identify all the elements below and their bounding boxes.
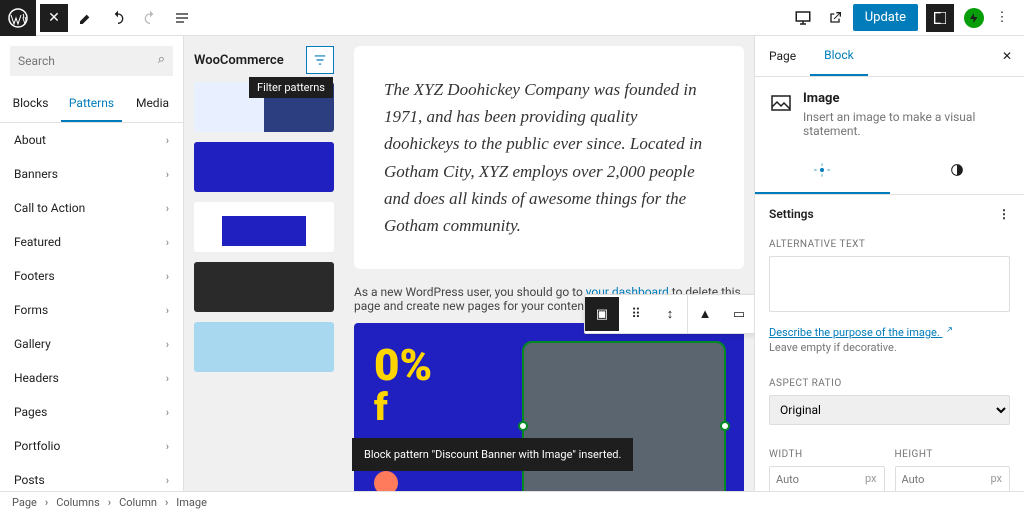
settings-heading: Settings <box>769 207 814 221</box>
filter-tooltip: Filter patterns <box>249 77 333 98</box>
move-icon[interactable]: ↕ <box>653 297 687 331</box>
wordpress-logo[interactable] <box>0 0 36 36</box>
aspect-ratio-label: ASPECT RATIO <box>769 378 1010 389</box>
more-options-icon[interactable]: ⋮ <box>988 4 1016 32</box>
category-item[interactable]: Headers› <box>0 361 183 395</box>
alt-text-input[interactable] <box>769 256 1010 312</box>
pattern-thumbnail[interactable] <box>194 322 334 372</box>
aspect-ratio-select[interactable]: Original <box>769 395 1010 425</box>
alt-hint: Leave empty if decorative. <box>769 341 1010 354</box>
breadcrumb-item[interactable]: Column <box>119 496 157 509</box>
pattern-thumbnail[interactable] <box>194 202 334 252</box>
content-block[interactable]: The XYZ Doohickey Company was founded in… <box>354 46 744 269</box>
image-block-icon <box>769 91 793 115</box>
category-item[interactable]: Gallery› <box>0 327 183 361</box>
settings-more-icon[interactable]: ⋮ <box>998 207 1010 221</box>
banner-percent: 0% <box>374 346 524 386</box>
tab-media[interactable]: Media <box>122 86 183 122</box>
block-type-icon[interactable]: ▣ <box>585 297 619 331</box>
block-toolbar: ▣⠿↕ ▲▭▢⧉◩ ⇧Replace ⋮ <box>584 294 754 334</box>
close-inserter-button[interactable]: ✕ <box>40 4 68 32</box>
insert-toast: Block pattern "Discount Banner with Imag… <box>352 438 633 471</box>
tab-block[interactable]: Block <box>810 36 868 76</box>
settings-panel-toggle[interactable] <box>926 4 954 32</box>
breadcrumb-item[interactable]: Image <box>176 496 207 509</box>
height-label: HEIGHT <box>895 449 1011 460</box>
breadcrumb-item[interactable]: Page <box>12 496 37 509</box>
styles-subtab[interactable] <box>890 152 1024 194</box>
category-item[interactable]: About› <box>0 123 183 157</box>
caption-icon[interactable]: ▭ <box>722 297 754 331</box>
patterns-category-title: WooCommerce <box>194 53 284 68</box>
breadcrumb-item[interactable]: Columns <box>56 496 100 509</box>
block-description: Insert an image to make a visual stateme… <box>803 110 1010 138</box>
tab-blocks[interactable]: Blocks <box>0 86 61 122</box>
banner-off: f <box>374 386 524 430</box>
category-item[interactable]: Featured› <box>0 225 183 259</box>
align-icon[interactable]: ▲ <box>688 297 722 331</box>
block-breadcrumb: Page›Columns›Column›Image <box>0 491 1024 513</box>
alt-text-label: ALTERNATIVE TEXT <box>769 239 1010 250</box>
banner-cta-dot[interactable] <box>374 471 398 491</box>
category-item[interactable]: Call to Action› <box>0 191 183 225</box>
edit-icon[interactable] <box>72 4 100 32</box>
category-item[interactable]: Pages› <box>0 395 183 429</box>
close-sidebar-icon[interactable]: ✕ <box>990 37 1024 75</box>
intro-paragraph: The XYZ Doohickey Company was founded in… <box>384 76 714 239</box>
redo-icon[interactable] <box>136 4 164 32</box>
settings-subtab[interactable] <box>755 152 890 194</box>
update-button[interactable]: Update <box>853 4 918 31</box>
tab-page[interactable]: Page <box>755 37 810 75</box>
list-view-icon[interactable] <box>168 4 196 32</box>
pattern-thumbnail[interactable] <box>194 142 334 192</box>
width-label: WIDTH <box>769 449 885 460</box>
category-item[interactable]: Forms› <box>0 293 183 327</box>
category-item[interactable]: Posts› <box>0 463 183 491</box>
search-icon: ⌕ <box>158 52 165 67</box>
desktop-preview-icon[interactable] <box>789 4 817 32</box>
block-name: Image <box>803 91 1010 106</box>
pattern-thumbnail[interactable] <box>194 262 334 312</box>
undo-icon[interactable] <box>104 4 132 32</box>
category-item[interactable]: Portfolio› <box>0 429 183 463</box>
tab-patterns[interactable]: Patterns <box>61 86 122 122</box>
external-preview-icon[interactable] <box>821 4 849 32</box>
drag-handle-icon[interactable]: ⠿ <box>619 297 653 331</box>
filter-patterns-button[interactable]: Filter patterns <box>306 46 334 74</box>
category-item[interactable]: Banners› <box>0 157 183 191</box>
jetpack-icon[interactable] <box>964 8 984 28</box>
category-item[interactable]: Footers› <box>0 259 183 293</box>
describe-purpose-link[interactable]: Describe the purpose of the image. <box>769 326 1010 339</box>
search-input[interactable] <box>10 46 173 76</box>
